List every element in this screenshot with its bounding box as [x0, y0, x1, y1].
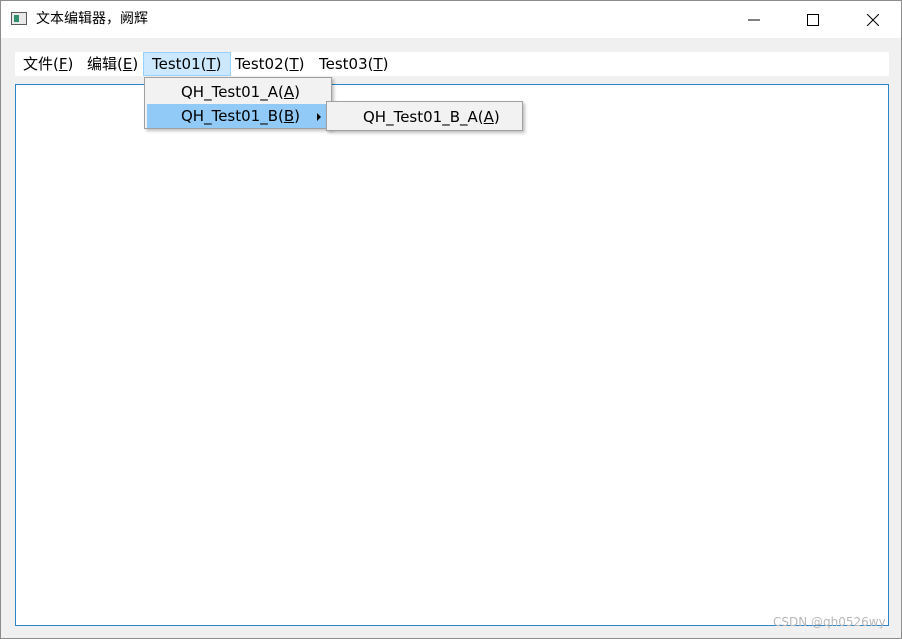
menu-test02[interactable]: Test02(T) — [227, 52, 313, 76]
menu-item-b-label-post: ) — [294, 107, 301, 125]
text-editor-area[interactable] — [15, 84, 889, 626]
submenu-item-accel: A — [483, 108, 494, 126]
minimize-icon — [748, 19, 760, 20]
submenu-arrow-icon — [317, 113, 321, 121]
menu-test03-label-post: ) — [382, 55, 389, 73]
menu-test01-label-post: ) — [215, 55, 222, 73]
submenu-item-label-post: ) — [493, 108, 500, 126]
menu-bar: 文件(F) 编辑(E) Test01(T) Test02(T) Test03(T… — [15, 52, 889, 76]
menu-item-b-accel: B — [283, 107, 295, 125]
title-bar[interactable]: 文本编辑器，阙辉 — [1, 1, 901, 38]
menu-test01-accel: T — [206, 55, 216, 73]
menu-item-qh-test01-b-a[interactable]: QH_Test01_B_A(A) — [329, 105, 520, 129]
app-icon — [11, 12, 27, 25]
menu-edit-label-post: ) — [132, 55, 139, 73]
menu-test02-accel: T — [289, 55, 299, 73]
menu-item-a-label-post: ) — [294, 83, 300, 101]
menu-test03[interactable]: Test03(T) — [311, 52, 397, 76]
close-button[interactable] — [848, 1, 898, 38]
menu-test03-label-pre: Test03( — [319, 55, 374, 73]
menu-item-qh-test01-a[interactable]: QH_Test01_A(A) — [147, 80, 329, 104]
menu-file-label-post: ) — [67, 55, 74, 73]
menu-item-qh-test01-b[interactable]: QH_Test01_B(B) — [147, 104, 329, 128]
menu-edit-accel: E — [122, 55, 133, 73]
menu-item-b-label-pre: QH_Test01_B( — [181, 107, 284, 125]
menu-test03-accel: T — [373, 55, 383, 73]
watermark: CSDN @qh0526wy — [773, 615, 886, 629]
maximize-button[interactable] — [788, 1, 838, 38]
test01-dropdown-menu: QH_Test01_A(A) QH_Test01_B(B) — [144, 77, 332, 129]
menu-item-a-label-pre: QH_Test01_A( — [181, 83, 284, 101]
menu-test02-label-post: ) — [298, 55, 305, 73]
menu-file[interactable]: 文件(F) — [15, 52, 81, 76]
maximize-icon — [807, 13, 819, 26]
menu-test02-label-pre: Test02( — [235, 55, 290, 73]
window-title: 文本编辑器，阙辉 — [36, 11, 148, 27]
app-window: 文本编辑器，阙辉 文件(F) 编辑(E) Test01(T) Test02(T)… — [0, 0, 902, 639]
submenu-item-label-pre: QH_Test01_B_A( — [363, 108, 484, 126]
menu-test01-label-pre: Test01( — [152, 55, 207, 73]
menu-test01[interactable]: Test01(T) — [143, 52, 231, 76]
menu-edit-label-pre: 编辑( — [87, 55, 123, 73]
menu-edit[interactable]: 编辑(E) — [79, 52, 146, 76]
test01-b-submenu: QH_Test01_B_A(A) — [326, 101, 523, 131]
menu-file-accel: F — [58, 55, 68, 73]
menu-file-label-pre: 文件( — [23, 55, 59, 73]
close-icon — [867, 13, 879, 26]
minimize-button[interactable] — [729, 1, 779, 38]
menu-item-a-accel: A — [283, 83, 295, 101]
